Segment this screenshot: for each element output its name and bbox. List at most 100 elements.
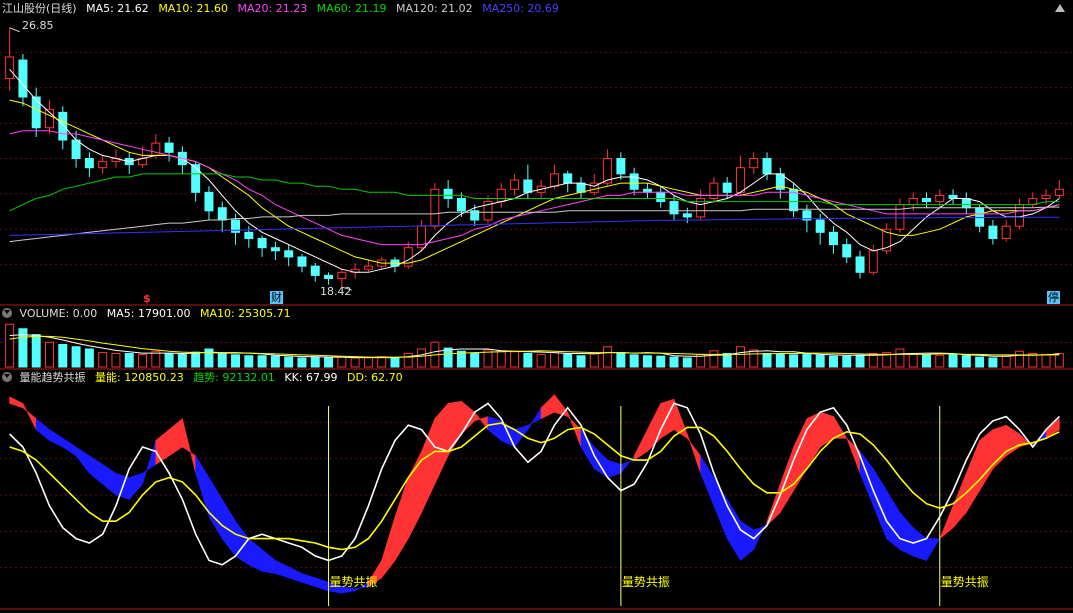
candle-body	[164, 142, 174, 153]
volume-bar	[948, 353, 958, 368]
candle-body	[1001, 225, 1011, 239]
volume-bar	[496, 350, 506, 368]
finance-marker[interactable]: 财	[270, 291, 283, 304]
volume-bar	[284, 356, 294, 368]
energy-trend-band	[580, 428, 595, 470]
candle-body	[257, 237, 267, 249]
volume-bar	[549, 352, 559, 368]
candle-body	[722, 182, 732, 193]
volume-bar	[31, 334, 41, 368]
candle-body	[908, 197, 918, 206]
candle-body	[563, 173, 573, 184]
candle-body	[363, 265, 373, 270]
ma60-readout: MA60: 21.19	[316, 2, 387, 15]
candle-body	[656, 191, 666, 203]
ma10-line	[9, 99, 1060, 264]
volume-ma5-readout: MA5: 17901.00	[106, 307, 191, 320]
candle-body	[297, 256, 307, 267]
energy-trend-band	[155, 428, 170, 466]
volume-bar	[802, 353, 812, 368]
liang-readout: 量能: 120850.23	[95, 371, 184, 384]
volume-bar	[842, 355, 852, 368]
volume-bar	[5, 323, 15, 368]
energy-trend-band	[381, 516, 396, 579]
energy-trend-band	[261, 548, 276, 574]
energy-trend-band	[713, 476, 728, 539]
volume-bar	[536, 353, 546, 368]
volume-bar	[775, 353, 785, 368]
candle-body	[31, 96, 41, 129]
energy-trend-band	[75, 446, 90, 475]
energy-trend-band	[235, 520, 250, 566]
candle-body	[1054, 188, 1064, 196]
energy-trend-band	[700, 454, 715, 507]
energy-trend-band	[102, 463, 117, 496]
volume-header: VOLUME: 0.00 MA5: 17901.00 MA10: 25305.7…	[2, 306, 297, 322]
resonance-label-3: 量势共振	[940, 575, 989, 589]
price-title: 江山股份(日线)	[2, 2, 77, 15]
energy-trend-band	[846, 438, 861, 474]
volume-bar	[151, 350, 161, 368]
volume-bar	[735, 346, 745, 368]
candle-body	[84, 158, 94, 169]
ma10-readout: MA10: 21.60	[158, 2, 229, 15]
volume-bar	[576, 355, 586, 368]
candle-body	[629, 173, 639, 190]
candle-body	[204, 191, 214, 212]
volume-bar	[417, 348, 427, 368]
candle-body	[749, 158, 759, 169]
energy-trend-band	[939, 505, 954, 539]
candle-body	[496, 188, 506, 203]
volume-bar	[164, 353, 174, 368]
volume-bar	[908, 353, 918, 368]
candle-body	[616, 158, 626, 175]
energy-trend-band	[195, 454, 210, 517]
volume-bar	[84, 348, 94, 368]
volume-bar	[895, 348, 905, 368]
volume-bar	[749, 349, 759, 368]
volume-bar	[138, 353, 148, 368]
volume-bar	[191, 351, 201, 368]
volume-bar	[789, 354, 799, 368]
indicator-menu-icon[interactable]	[2, 372, 12, 382]
energy-trend-band	[208, 476, 223, 540]
volume-bar	[98, 352, 108, 368]
volume-bar	[1041, 353, 1051, 368]
volume-bar	[124, 353, 134, 368]
volume-bar	[270, 355, 280, 368]
candle-body	[430, 188, 440, 227]
suspend-marker[interactable]: 停	[1047, 291, 1060, 304]
energy-trend-band	[89, 455, 103, 485]
candle-body	[868, 250, 878, 273]
candle-body	[762, 158, 772, 175]
volume-bar	[682, 357, 692, 368]
volume-bar	[603, 346, 613, 368]
indicator-header: 量能趋势共振 量能: 120850.23 趋势: 92132.01 KK: 67…	[2, 370, 409, 386]
volume-bar	[377, 356, 387, 368]
dividend-marker[interactable]: $	[143, 292, 151, 305]
volume-bar	[111, 353, 121, 368]
candle-body	[510, 179, 520, 190]
volume-bar	[1015, 350, 1024, 368]
volume-bar	[297, 357, 307, 368]
volume-menu-icon[interactable]	[2, 308, 12, 318]
candle-body	[58, 111, 68, 141]
energy-trend-band	[407, 451, 422, 539]
triangle-up-icon[interactable]	[1055, 4, 1065, 12]
candle-body	[456, 197, 466, 212]
candle-body	[71, 139, 81, 159]
volume-bar	[310, 356, 320, 368]
volume-bar	[762, 353, 772, 368]
candle-body	[217, 207, 227, 221]
candle-body	[988, 225, 998, 239]
dd-readout: DD: 62.70	[347, 371, 403, 384]
energy-trend-band	[979, 428, 994, 492]
energy-trend-band	[899, 511, 914, 557]
volume-bar	[443, 347, 453, 368]
volume-bar	[642, 355, 652, 368]
candle-body	[842, 244, 852, 258]
candle-body	[98, 161, 108, 169]
kk-readout: KK: 67.99	[284, 371, 338, 384]
high-price-pointer	[9, 27, 20, 33]
volume-bar	[1001, 355, 1011, 368]
